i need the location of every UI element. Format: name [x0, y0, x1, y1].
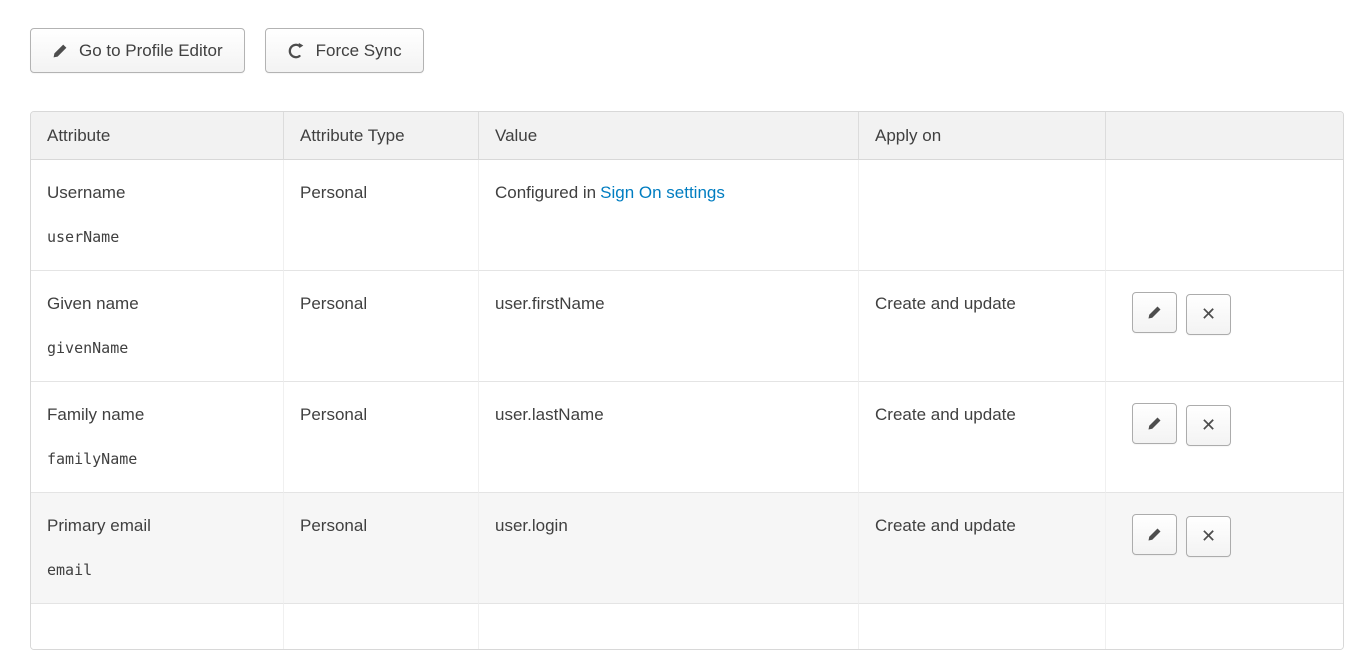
attribute-type-cell: Personal: [284, 493, 479, 604]
actions-cell: [1106, 160, 1344, 271]
edit-button[interactable]: [1132, 514, 1177, 555]
apply-on-cell: Create and update: [859, 493, 1106, 604]
actions-cell: ✕: [1106, 271, 1344, 382]
header-apply-on: Apply on: [859, 112, 1106, 160]
attribute-cell: [31, 604, 284, 649]
table-row: Username userName Personal Configured in…: [31, 160, 1344, 271]
pencil-icon: [1147, 305, 1162, 320]
delete-button[interactable]: ✕: [1186, 405, 1231, 446]
attribute-type-cell: Personal: [284, 382, 479, 493]
value-cell: Configured inSign On settings: [479, 160, 859, 271]
apply-on-cell: Create and update: [859, 271, 1106, 382]
pencil-icon: [52, 43, 68, 59]
table-row-partial: [31, 604, 1344, 649]
attribute-label: Family name: [47, 405, 267, 425]
attribute-mappings-page: Go to Profile Editor Force Sync Attribut…: [0, 0, 1370, 650]
sign-on-settings-link[interactable]: Sign On settings: [600, 183, 725, 202]
attribute-table-container: Attribute Attribute Type Value Apply on …: [30, 111, 1344, 650]
attribute-label: Given name: [47, 294, 267, 314]
header-attribute: Attribute: [31, 112, 284, 160]
refresh-icon: [287, 42, 305, 60]
go-to-profile-editor-button[interactable]: Go to Profile Editor: [30, 28, 245, 73]
pencil-icon: [1147, 416, 1162, 431]
attribute-cell: Username userName: [31, 160, 284, 271]
table-row: Given name givenName Personal user.first…: [31, 271, 1344, 382]
force-sync-label: Force Sync: [316, 41, 402, 61]
attribute-cell: Primary email email: [31, 493, 284, 604]
actions-cell: ✕: [1106, 493, 1344, 604]
table-row: Primary email email Personal user.login …: [31, 493, 1344, 604]
attribute-type-cell: Personal: [284, 160, 479, 271]
actions-cell: ✕: [1106, 382, 1344, 493]
apply-on-cell: [859, 604, 1106, 649]
attribute-cell: Given name givenName: [31, 271, 284, 382]
header-actions: [1106, 112, 1344, 160]
attribute-table: Attribute Attribute Type Value Apply on …: [31, 112, 1344, 649]
apply-on-cell: Create and update: [859, 382, 1106, 493]
delete-button[interactable]: ✕: [1186, 516, 1231, 557]
table-row: Family name familyName Personal user.las…: [31, 382, 1344, 493]
attribute-cell: Family name familyName: [31, 382, 284, 493]
go-to-profile-editor-label: Go to Profile Editor: [79, 41, 223, 61]
attribute-label: Primary email: [47, 516, 267, 536]
attribute-variable-name: familyName: [47, 450, 267, 468]
delete-button[interactable]: ✕: [1186, 294, 1231, 335]
attribute-variable-name: email: [47, 561, 267, 579]
value-cell: user.login: [479, 493, 859, 604]
pencil-icon: [1147, 527, 1162, 542]
force-sync-button[interactable]: Force Sync: [265, 28, 424, 73]
table-header-row: Attribute Attribute Type Value Apply on: [31, 112, 1344, 160]
edit-button[interactable]: [1132, 403, 1177, 444]
attribute-type-cell: Personal: [284, 271, 479, 382]
value-cell: [479, 604, 859, 649]
actions-cell: [1106, 604, 1344, 649]
value-cell: user.firstName: [479, 271, 859, 382]
header-attribute-type: Attribute Type: [284, 112, 479, 160]
apply-on-cell: [859, 160, 1106, 271]
close-icon: ✕: [1201, 527, 1216, 545]
close-icon: ✕: [1201, 416, 1216, 434]
attribute-variable-name: givenName: [47, 339, 267, 357]
value-text: Configured in: [495, 183, 596, 202]
close-icon: ✕: [1201, 305, 1216, 323]
header-value: Value: [479, 112, 859, 160]
attribute-label: Username: [47, 183, 267, 203]
attribute-type-cell: [284, 604, 479, 649]
toolbar: Go to Profile Editor Force Sync: [30, 28, 1344, 73]
edit-button[interactable]: [1132, 292, 1177, 333]
attribute-variable-name: userName: [47, 228, 267, 246]
value-cell: user.lastName: [479, 382, 859, 493]
